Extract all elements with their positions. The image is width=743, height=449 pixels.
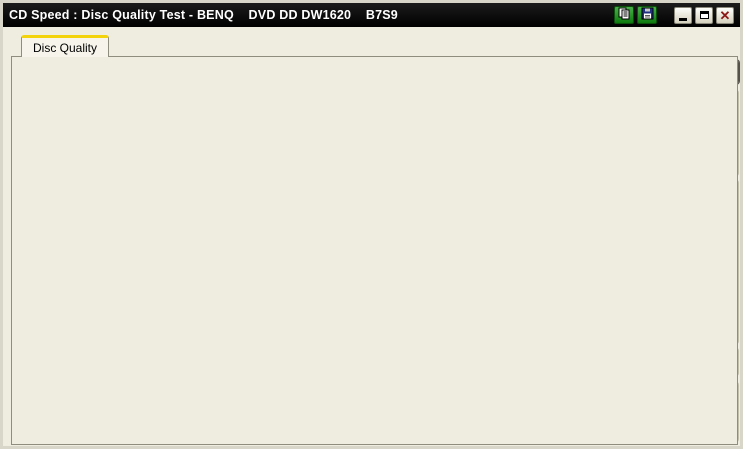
tab-label: Disc Quality bbox=[32, 40, 97, 55]
floppy-disk-icon bbox=[641, 7, 654, 23]
clipboard-icon bbox=[618, 7, 631, 23]
save-button[interactable] bbox=[637, 6, 657, 24]
copy-to-clipboard-button[interactable] bbox=[614, 6, 634, 24]
minimize-icon bbox=[679, 18, 687, 21]
maximize-button[interactable] bbox=[695, 6, 713, 24]
maximize-icon bbox=[699, 11, 709, 19]
close-button[interactable]: ✕ bbox=[716, 6, 734, 24]
tab-disc-quality[interactable]: Disc Quality bbox=[21, 35, 109, 57]
titlebar[interactable]: CD Speed : Disc Quality Test - BENQ DVD … bbox=[3, 3, 740, 27]
app-window: CD Speed : Disc Quality Test - BENQ DVD … bbox=[0, 0, 743, 449]
close-icon: ✕ bbox=[719, 7, 731, 23]
minimize-button[interactable] bbox=[674, 6, 692, 24]
tab-page bbox=[11, 56, 738, 445]
window-title: CD Speed : Disc Quality Test - BENQ DVD … bbox=[9, 8, 398, 22]
